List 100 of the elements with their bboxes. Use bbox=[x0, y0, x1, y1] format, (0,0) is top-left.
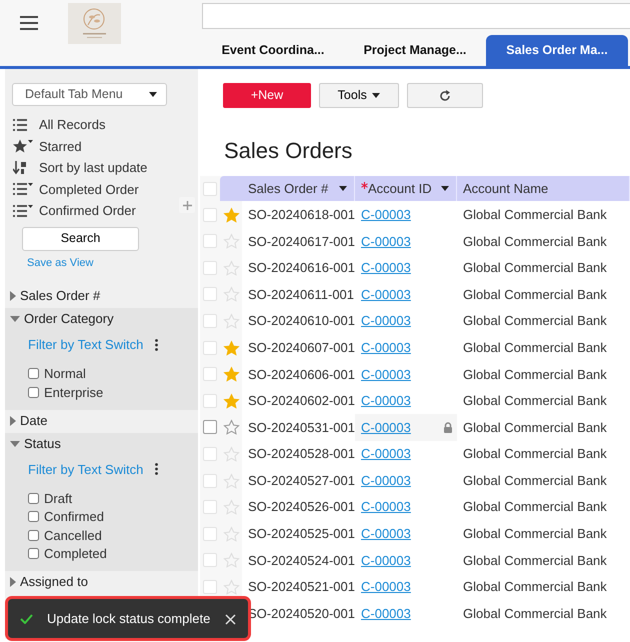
table-cell-text: SO-20240527-001 bbox=[247, 472, 355, 490]
checkbox-label: Completed bbox=[44, 545, 107, 563]
account-id-link[interactable]: C-00003 bbox=[361, 338, 411, 358]
row-checkbox[interactable] bbox=[203, 420, 217, 434]
table-cell-text: Global Commercial Bank bbox=[462, 498, 608, 516]
account-id-link[interactable]: C-00003 bbox=[361, 577, 411, 597]
tools-button[interactable]: Tools bbox=[319, 83, 399, 108]
more-options-icon[interactable] bbox=[155, 338, 158, 351]
checkbox-label: Enterprise bbox=[44, 384, 104, 402]
table-cell-text: SO-20240618-001 bbox=[247, 206, 355, 224]
sort-caret-icon[interactable] bbox=[441, 186, 450, 192]
filtered-list-icon bbox=[13, 182, 33, 196]
filled-star-icon[interactable] bbox=[222, 366, 240, 382]
column-label: Sales Order # bbox=[248, 180, 328, 198]
select-all-checkbox[interactable] bbox=[203, 182, 217, 196]
checkbox[interactable] bbox=[28, 386, 39, 398]
account-id-link[interactable]: C-00003 bbox=[361, 470, 411, 490]
checkbox[interactable] bbox=[28, 368, 39, 380]
table-cell-text: Global Commercial Bank bbox=[462, 206, 608, 224]
table-cell-text: Global Commercial Bank bbox=[462, 552, 608, 570]
checkbox[interactable] bbox=[28, 530, 39, 541]
table-cell-text: SO-20240528-001 bbox=[247, 445, 355, 464]
filled-star-icon[interactable] bbox=[222, 206, 240, 223]
plus-icon bbox=[182, 200, 192, 210]
filter-switch-link[interactable]: Filter by Text Switch bbox=[28, 460, 144, 479]
filled-star-icon[interactable] bbox=[222, 340, 240, 356]
filtered-list-icon bbox=[13, 204, 33, 218]
view-link[interactable]: Starred bbox=[39, 136, 82, 156]
filter-section-heading[interactable]: Status bbox=[24, 434, 61, 454]
account-id-link[interactable]: C-00003 bbox=[361, 524, 411, 544]
table-cell-text: SO-20240611-001 bbox=[247, 286, 355, 304]
view-link[interactable]: Confirmed Order bbox=[39, 201, 136, 220]
filter-switch-link[interactable]: Filter by Text Switch bbox=[28, 335, 144, 354]
table-cell-text: Global Commercial Bank bbox=[462, 472, 608, 490]
table-cell-text: SO-20240520-001 bbox=[247, 604, 355, 623]
table-cell-text: Global Commercial Bank bbox=[462, 312, 608, 330]
table-cell-text: Global Commercial Bank bbox=[462, 338, 608, 357]
required-asterisk-icon bbox=[361, 182, 368, 190]
filter-section-heading[interactable]: Sales Order # bbox=[20, 286, 100, 306]
collapse-triangle-icon[interactable] bbox=[10, 440, 20, 446]
tab[interactable]: Project Manage... bbox=[344, 35, 486, 66]
table-cell-text: SO-20240610-001 bbox=[247, 312, 355, 330]
account-id-link[interactable]: C-00003 bbox=[361, 391, 411, 411]
new-button[interactable]: +New bbox=[223, 83, 311, 108]
star-outline-icon[interactable] bbox=[222, 419, 240, 436]
collapse-triangle-icon[interactable] bbox=[10, 316, 20, 322]
view-menu-dropdown[interactable]: Default Tab Menu bbox=[12, 83, 167, 106]
tab[interactable]: Event Coordina... bbox=[202, 35, 344, 66]
refresh-button[interactable] bbox=[407, 83, 483, 108]
expand-triangle-icon[interactable] bbox=[10, 577, 16, 587]
account-id-link[interactable]: C-00003 bbox=[361, 604, 411, 624]
filled-star-icon[interactable] bbox=[222, 392, 240, 409]
star-icon bbox=[13, 138, 33, 154]
table-cell-text: SO-20240525-001 bbox=[247, 525, 355, 544]
account-id-link[interactable]: C-00003 bbox=[361, 284, 411, 304]
checkbox[interactable] bbox=[28, 492, 39, 504]
view-link[interactable]: Completed Order bbox=[39, 180, 139, 199]
column-header[interactable]: Account ID bbox=[355, 176, 457, 202]
caret-icon bbox=[372, 93, 380, 98]
refresh-icon bbox=[439, 90, 451, 102]
account-id-link[interactable]: C-00003 bbox=[361, 232, 411, 252]
table-cell-text: SO-20240524-001 bbox=[247, 552, 355, 570]
checkbox-label: Normal bbox=[44, 365, 86, 383]
checkbox[interactable] bbox=[28, 511, 39, 522]
filter-section-heading[interactable]: Order Category bbox=[24, 309, 114, 329]
list-icon bbox=[13, 118, 27, 132]
checkbox[interactable] bbox=[28, 548, 39, 560]
save-as-view-link[interactable]: Save as View bbox=[27, 254, 94, 271]
lock-icon bbox=[443, 422, 453, 433]
menu-icon[interactable] bbox=[20, 16, 38, 30]
view-link[interactable]: Sort by last update bbox=[39, 158, 148, 178]
table-cell-text: Global Commercial Bank bbox=[462, 232, 608, 251]
expand-triangle-icon[interactable] bbox=[10, 291, 16, 301]
table-cell-text: Global Commercial Bank bbox=[462, 525, 608, 544]
account-id-link[interactable]: C-00003 bbox=[361, 204, 411, 224]
account-id-link[interactable]: C-00003 bbox=[361, 497, 411, 517]
account-id-link[interactable]: C-00003 bbox=[361, 444, 411, 464]
column-header[interactable]: Sales Order # bbox=[242, 176, 355, 202]
table-cell-text: Global Commercial Bank bbox=[462, 578, 608, 596]
view-link[interactable]: All Records bbox=[39, 115, 106, 134]
account-id-link[interactable]: C-00003 bbox=[361, 550, 411, 570]
account-id-link[interactable]: C-00003 bbox=[361, 258, 411, 278]
sort-caret-icon[interactable] bbox=[339, 186, 348, 192]
tab[interactable]: Sales Order Ma... bbox=[486, 35, 628, 66]
expand-triangle-icon[interactable] bbox=[10, 416, 16, 426]
search-button[interactable]: Search bbox=[22, 226, 139, 250]
toast-message: Update lock status complete bbox=[47, 610, 210, 628]
checkbox-label: Confirmed bbox=[44, 508, 104, 526]
search-field[interactable] bbox=[202, 3, 630, 29]
table-cell-text: SO-20240602-001 bbox=[247, 392, 355, 410]
account-id-link[interactable]: C-00003 bbox=[361, 364, 411, 384]
checkbox-label: Draft bbox=[44, 490, 72, 508]
more-options-icon[interactable] bbox=[155, 463, 158, 476]
column-header[interactable]: Account Name bbox=[457, 176, 630, 202]
filter-section-heading[interactable]: Assigned to bbox=[20, 572, 88, 592]
filter-section-heading[interactable]: Date bbox=[20, 410, 48, 430]
table-cell-text: Global Commercial Bank bbox=[462, 259, 608, 278]
account-id-link[interactable]: C-00003 bbox=[361, 311, 411, 331]
table-cell-text: Global Commercial Bank bbox=[462, 392, 608, 410]
add-button[interactable] bbox=[179, 197, 195, 213]
